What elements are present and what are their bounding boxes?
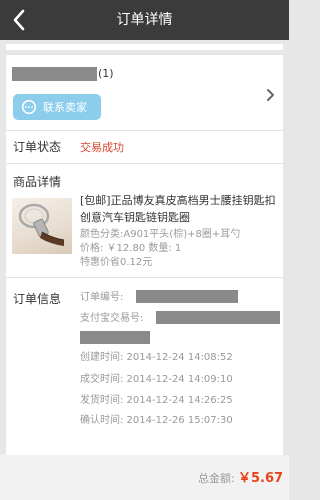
contact-seller-label: 联系卖家 [43,101,87,114]
product-thumbnail[interactable] [12,198,72,254]
product-color-category: 颜色分类:A901平头(棕)+8圈+耳勺 [80,229,241,240]
divider [6,163,283,164]
order-number-redacted [136,290,238,303]
divider [6,277,283,278]
created-time: 创建时间: 2014-12-24 14:08:52 [80,352,233,363]
product-section-label: 商品详情 [13,175,62,189]
chevron-right-icon[interactable] [266,88,276,102]
order-number-label: 订单编号: [80,292,124,303]
product-title[interactable]: [包邮]正品博友真皮高档男士腰挂钥匙扣 创意汽车钥匙链钥匙圈 [80,192,280,226]
shipped-time: 发货时间: 2014-12-24 14:26:25 [80,395,233,406]
seller-count: (1) [98,67,114,80]
total-value: ￥5.67 [238,471,284,486]
keychain-image [18,203,65,246]
contact-seller-button[interactable]: 联系卖家 [13,94,101,120]
alipay-number-redacted-line2 [80,331,150,344]
alipay-number-redacted [156,311,280,324]
product-special-price: 特惠价省0.12元 [80,257,153,268]
chat-bubble-icon [21,100,37,114]
deal-time: 成交时间: 2014-12-24 14:09:10 [80,374,233,385]
total-label: 总金额: [198,472,235,485]
product-price-quantity: 价格: ￥12.80 数量: 1 [80,243,182,254]
order-info-section-label: 订单信息 [13,292,62,306]
seller-name-redacted [12,67,97,81]
alipay-number-label: 支付宝交易号: [80,313,144,324]
nav-bar: 订单详情 [0,0,289,40]
confirmed-time: 确认时间: 2014-12-26 15:07:30 [80,415,233,426]
page-title: 订单详情 [116,12,173,28]
top-strip [6,44,283,50]
order-card: (1) 联系卖家 订单状态 交易成功 商品详情 [包邮]正品博友真皮高档男士腰挂… [6,55,283,455]
order-status-label: 订单状态 [13,140,62,154]
footer-bar: 总金额: ￥5.67 [0,455,289,500]
order-status-value: 交易成功 [80,141,124,154]
divider [6,130,283,131]
